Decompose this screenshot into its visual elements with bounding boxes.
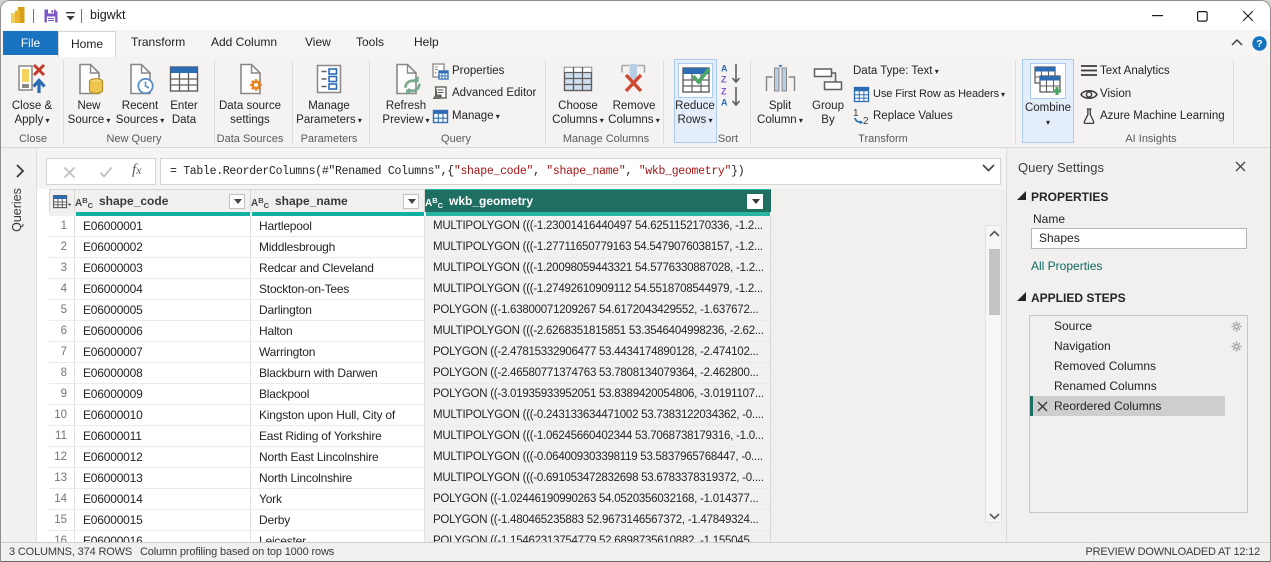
svg-text:2: 2 [863, 116, 869, 126]
svg-text:1: 1 [853, 108, 859, 119]
svg-text:Z: Z [721, 87, 727, 97]
svg-text:?: ? [1256, 38, 1262, 50]
svg-text:Z: Z [721, 75, 727, 85]
svg-text:A: A [721, 64, 728, 74]
